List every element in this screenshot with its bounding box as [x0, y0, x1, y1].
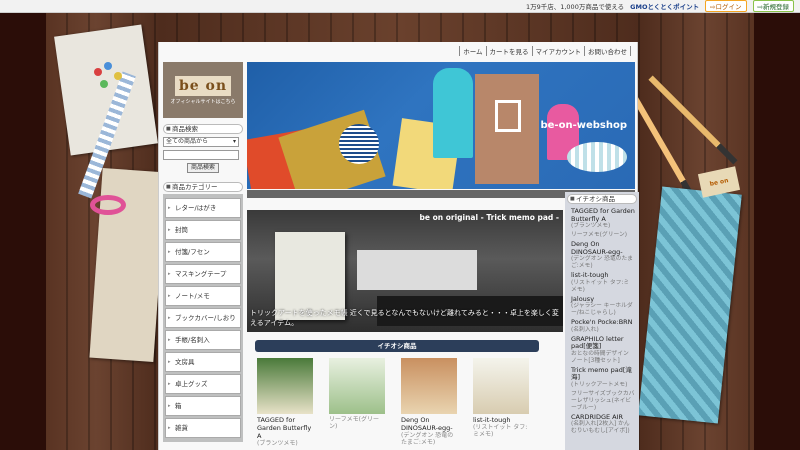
list-item[interactable]: TAGGED for Garden Butterfly A (ブランツメモ) — [571, 207, 635, 230]
list-item[interactable]: Jalousy (ジャラシー キーホルダー/ねこじゃらし) — [571, 295, 635, 318]
category-item[interactable]: レター/はがき — [165, 198, 241, 218]
category-item[interactable]: 手帳/名刺入 — [165, 330, 241, 350]
main-panel: ホーム カートを見る マイアカウント お問い合わせ be on オフィシャルサイ… — [158, 42, 639, 450]
hero-banner[interactable]: be-on-webshop — [247, 62, 635, 189]
page-edge-left — [0, 12, 46, 450]
list-item-desc: (ジャラシー キーホルダー/ねこじゃらし) — [571, 303, 633, 316]
slide-title: be on original - Trick memo pad - — [419, 213, 559, 222]
banner-title: be-on-webshop — [540, 120, 627, 131]
nav-my-account[interactable]: マイアカウント — [531, 46, 585, 56]
list-item-name[interactable]: TAGGED for Garden Butterfly A — [571, 207, 635, 223]
slide-memo-block — [275, 232, 345, 320]
list-item-desc: おとなの時間デザイン ノート[3種セット] — [571, 350, 629, 364]
category-item[interactable]: ノート/メモ — [165, 286, 241, 306]
list-item[interactable]: フリーサイズブックカバーレザリッシュ(ネイビーブルー) — [571, 391, 635, 412]
category-heading: 商品カテゴリー — [163, 182, 243, 192]
scissors-icon — [90, 195, 126, 215]
product-name[interactable]: Deng On DINOSAUR-egg- — [401, 416, 457, 432]
banner-figure-cyan — [433, 68, 473, 158]
product-card[interactable]: TAGGED for Garden Butterfly A (ブランツメモ) — [257, 358, 313, 447]
product-desc: (リストイット タフ:ミメモ) — [473, 424, 528, 438]
product-desc: (デングオン 恐竜のたまご:メモ) — [401, 432, 454, 446]
category-item[interactable]: 雑貨 — [165, 418, 241, 438]
banner-tape-roll — [567, 142, 627, 172]
list-item-desc: フリーサイズブックカバーレザリッシュ(ネイビーブルー) — [571, 390, 635, 411]
product-name[interactable]: TAGGED for Garden Butterfly A — [257, 416, 313, 440]
recommended-section: イチオシ商品 TAGGED for Garden Butterfly A (ブラ… — [255, 340, 539, 447]
category-item[interactable]: 付箋/フセン — [165, 242, 241, 262]
product-image[interactable] — [473, 358, 529, 414]
chevron-down-icon: ▾ — [232, 138, 236, 145]
search-box: 全ての商品から ▾ 商品検索 — [163, 134, 243, 176]
list-item[interactable]: list-it-tough (リストイット タフ:ミメモ) — [571, 271, 635, 294]
page-edge-right — [754, 12, 800, 450]
search-heading: 商品検索 — [163, 124, 243, 134]
category-item[interactable]: 箱 — [165, 396, 241, 416]
list-item-desc: (名刺入れ[2枚入] かんむりいもむし[アイボ]) — [571, 421, 630, 434]
top-bar: 1万9千店、1,000万商品で使える GMOとくとくポイント ⇨ログイン ⇨新規… — [0, 0, 800, 13]
product-grid: TAGGED for Garden Butterfly A (ブランツメモ) リ… — [255, 358, 539, 447]
search-input[interactable] — [163, 150, 239, 160]
list-item-desc: (トリックアートメモ) — [571, 381, 628, 388]
gmo-points-logo[interactable]: GMOとくとくポイント — [630, 1, 699, 11]
list-item-desc: (名刺入れ) — [571, 326, 599, 333]
nav-cart[interactable]: カートを見る — [485, 46, 532, 56]
product-desc: リーフメモ(グリーン) — [329, 416, 379, 430]
product-card[interactable]: Deng On DINOSAUR-egg- (デングオン 恐竜のたまご:メモ) — [401, 358, 457, 447]
list-item-desc: (リストイット タフ:ミメモ) — [571, 279, 630, 293]
category-list: レター/はがき 封筒 付箋/フセン マスキングテープ ノート/メモ ブックカバー… — [163, 194, 243, 442]
list-item-name[interactable]: Deng On DINOSAUR-egg- — [571, 240, 635, 256]
list-item-name[interactable]: GRAPHILO letter pad[便箋] — [571, 335, 635, 351]
banner-circle-pattern — [339, 124, 379, 164]
logo-subtext: オフィシャルサイトはこちら — [170, 98, 236, 105]
login-button[interactable]: ⇨ログイン — [705, 0, 747, 12]
product-image[interactable] — [257, 358, 313, 414]
product-name[interactable]: list-it-tough — [473, 416, 529, 424]
logo-text: be on — [174, 75, 232, 96]
category-item[interactable]: 卓上グッズ — [165, 374, 241, 394]
right-sidebar-heading: イチオシ商品 — [567, 194, 637, 204]
nav-contact[interactable]: お問い合わせ — [584, 46, 631, 56]
list-item-name[interactable]: CARDRIDGE AIR — [571, 413, 635, 422]
list-item[interactable]: Trick memo pad[滝海] (トリックアートメモ) — [571, 366, 635, 389]
list-item[interactable]: リーフメモ(グリーン) — [571, 232, 635, 239]
list-item[interactable]: Pocke'n Pocke:BRN (名刺入れ) — [571, 318, 635, 334]
recommended-heading: イチオシ商品 — [255, 340, 539, 352]
list-item[interactable]: CARDRIDGE AIR (名刺入れ[2枚入] かんむりいもむし[アイボ]) — [571, 413, 635, 436]
category-item[interactable]: 封筒 — [165, 220, 241, 240]
list-item-name[interactable]: list-it-tough — [571, 271, 635, 280]
list-item-name[interactable]: Pocke'n Pocke:BRN — [571, 318, 635, 327]
list-item-desc: (デングオン 恐竜のたまご:メモ) — [571, 256, 633, 269]
right-sidebar: イチオシ商品 TAGGED for Garden Butterfly A(ブラン… — [565, 192, 639, 450]
right-sidebar-list: TAGGED for Garden Butterfly A (ブランツメモ) リー… — [565, 206, 639, 435]
product-image[interactable] — [329, 358, 385, 414]
list-item-name[interactable]: Jalousy — [571, 295, 635, 304]
product-image[interactable] — [401, 358, 457, 414]
shop-logo[interactable]: be on オフィシャルサイトはこちら — [163, 62, 243, 118]
pushpins-icon — [94, 62, 134, 102]
list-item[interactable]: GRAPHILO letter pad[便箋] おとなの時間デザイン ノート[3種… — [571, 335, 635, 365]
register-button[interactable]: ⇨新規登録 — [752, 0, 794, 12]
slide-caption: トリックアートを使ったメモ帳 近くで見るとなんでもないけど離れてみると・・・卓上… — [250, 309, 559, 327]
category-item[interactable]: ブックカバー/しおり — [165, 308, 241, 328]
category-item[interactable]: マスキングテープ — [165, 264, 241, 284]
search-button[interactable]: 商品検索 — [187, 163, 219, 173]
header-nav: ホーム カートを見る マイアカウント お問い合わせ — [159, 44, 637, 58]
list-item-desc: (ブランツメモ) — [571, 223, 611, 229]
category-item[interactable]: 文房具 — [165, 352, 241, 372]
banner-bag-window — [495, 100, 521, 132]
topbar-notice: 1万9千店、1,000万商品で使える — [525, 3, 625, 11]
list-item-name[interactable]: Trick memo pad[滝海] — [571, 366, 635, 382]
search-scope-select[interactable]: 全ての商品から ▾ — [163, 137, 239, 147]
left-sidebar: be on オフィシャルサイトはこちら 商品検索 全ての商品から▾ 商品検索 商… — [163, 62, 243, 442]
product-desc: (ブランツメモ) — [257, 440, 298, 447]
slide-calendar — [357, 250, 477, 290]
product-card[interactable]: リーフメモ(グリーン) — [329, 358, 385, 447]
featured-slideshow[interactable]: be on original - Trick memo pad - トリックアー… — [247, 210, 563, 332]
product-card[interactable]: list-it-tough (リストイット タフ:ミメモ) — [473, 358, 529, 447]
list-item-desc: リーフメモ(グリーン) — [571, 232, 628, 238]
list-item[interactable]: Deng On DINOSAUR-egg- (デングオン 恐竜のたまご:メモ) — [571, 240, 635, 270]
nav-home[interactable]: ホーム — [459, 46, 485, 56]
